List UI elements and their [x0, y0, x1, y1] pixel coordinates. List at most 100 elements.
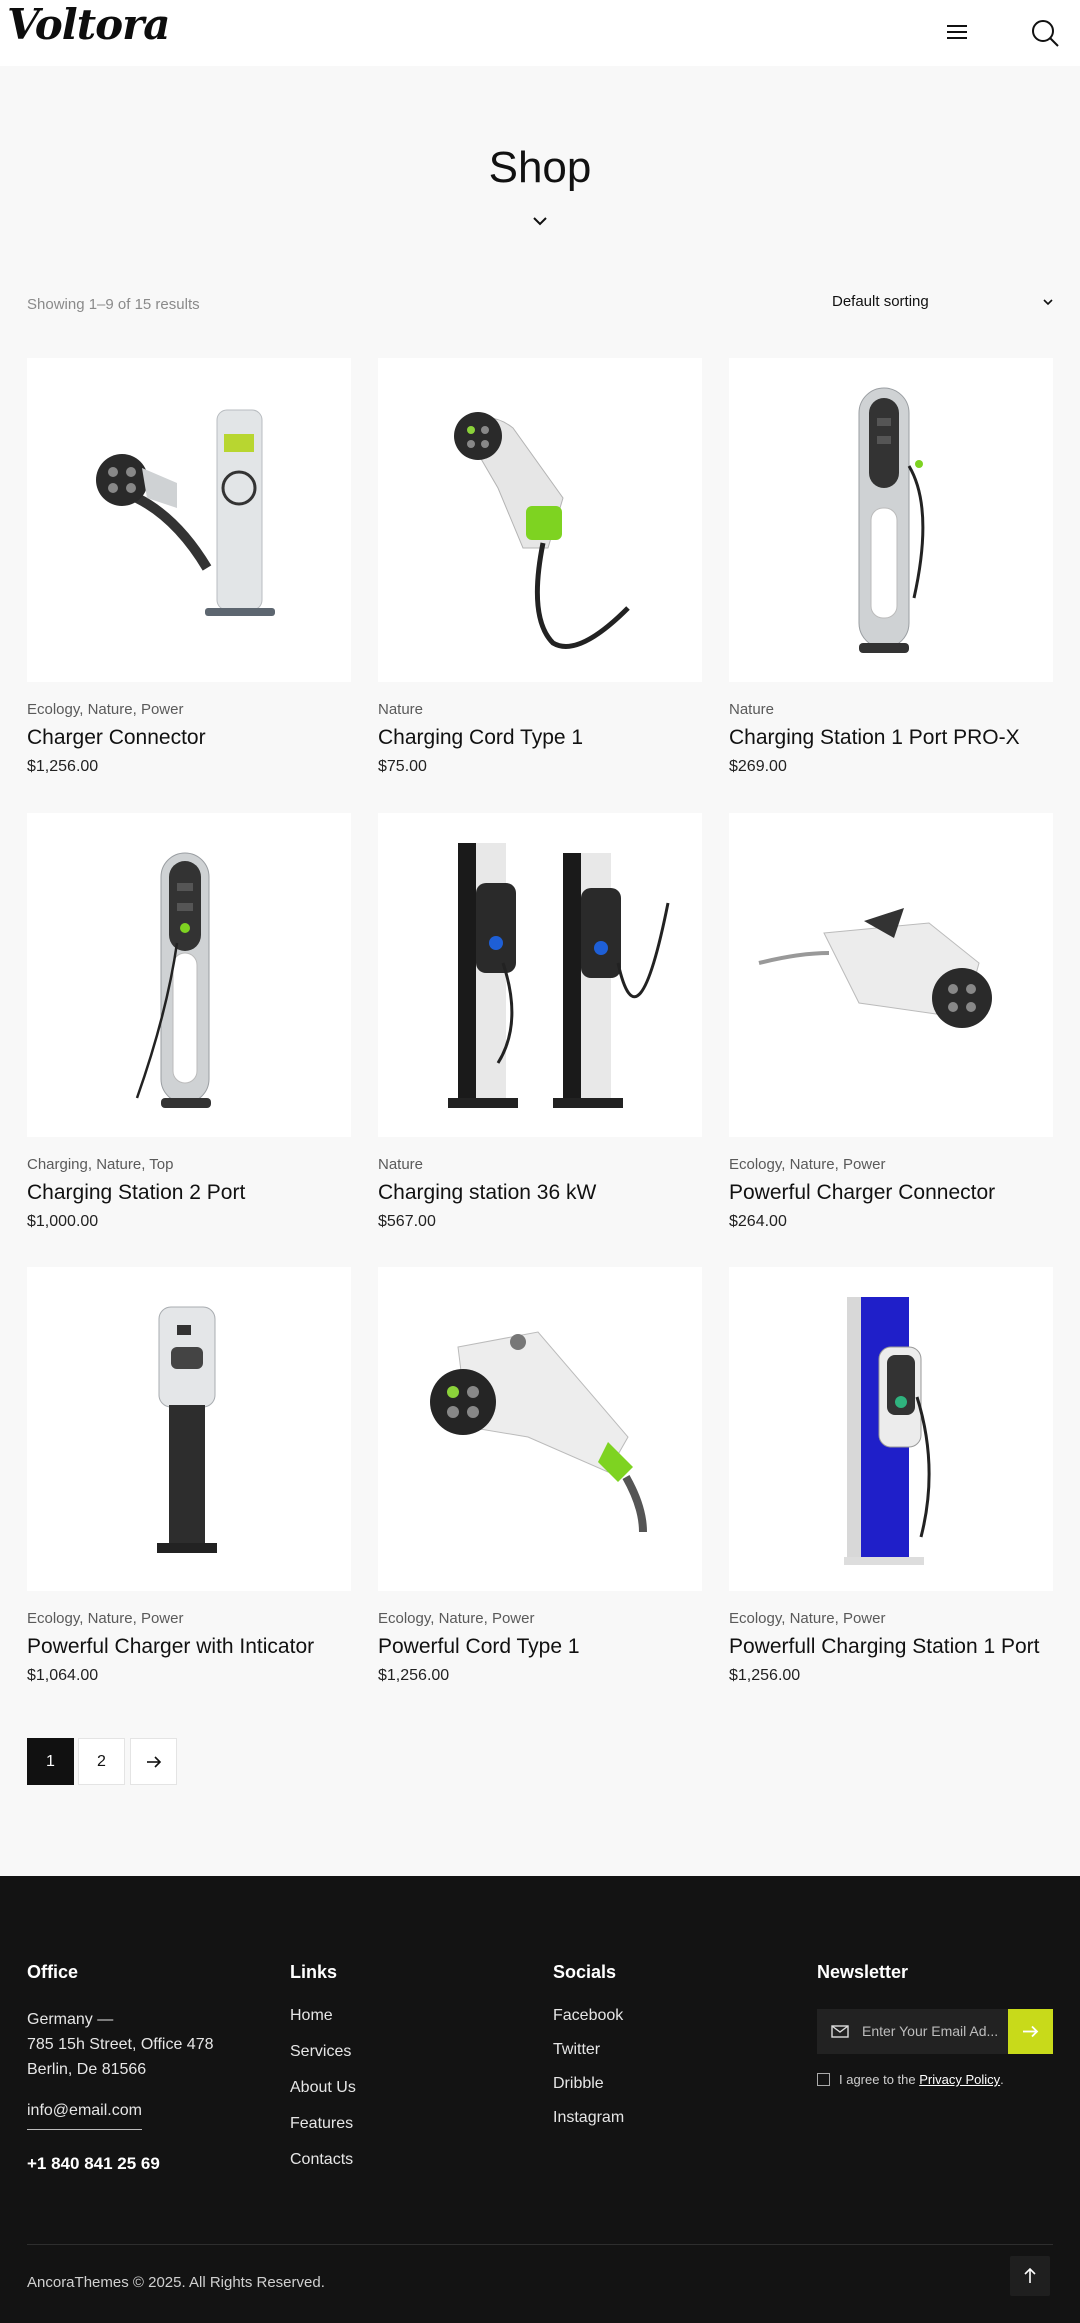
product-price: $75.00 — [378, 758, 427, 775]
copyright-text: AncoraThemes © 2025. All Rights Reserved… — [27, 2274, 325, 2291]
arrow-right-icon — [146, 1755, 161, 1768]
product-categories[interactable]: Nature — [729, 701, 1053, 718]
address-line: 785 15h Street, Office 478 — [27, 2036, 214, 2053]
footer-link-about[interactable]: About Us — [290, 2079, 356, 2097]
product-name[interactable]: Powerful Charger with Inticator — [27, 1635, 351, 1659]
footer-link-features[interactable]: Features — [290, 2115, 356, 2133]
hamburger-menu-icon[interactable] — [943, 18, 971, 46]
product-image[interactable] — [378, 1267, 702, 1591]
powerful-cord-image — [430, 1331, 647, 1533]
product-name[interactable]: Charging Station 2 Port — [27, 1181, 351, 1205]
powerful-charger-indicator-image — [157, 1306, 217, 1553]
footer-link-contacts[interactable]: Contacts — [290, 2151, 356, 2169]
address-line: Berlin, De 81566 — [27, 2061, 147, 2078]
product-categories[interactable]: Ecology, Nature, Power — [27, 701, 351, 718]
product-card[interactable]: Charging, Nature, Top Charging Station 2… — [27, 813, 351, 1231]
product-image[interactable] — [729, 813, 1053, 1137]
logo[interactable]: Voltora — [7, 0, 170, 49]
product-price: $1,000.00 — [27, 1213, 99, 1230]
product-name[interactable]: Charging Station 1 Port PRO-X — [729, 726, 1053, 750]
product-categories[interactable]: Nature — [378, 701, 702, 718]
product-card[interactable]: Nature Charging station 36 kW $567.00 — [378, 813, 702, 1231]
charging-station-36kw-image — [448, 843, 670, 1108]
pagination-next-button[interactable] — [130, 1738, 177, 1785]
product-image[interactable] — [378, 358, 702, 682]
pagination-page-1[interactable]: 1 — [27, 1738, 74, 1785]
product-image[interactable] — [27, 1267, 351, 1591]
product-categories[interactable]: Ecology, Nature, Power — [729, 1156, 1053, 1173]
product-price: $264.00 — [729, 1213, 787, 1230]
agree-text: I agree to the — [839, 2072, 920, 2087]
product-name[interactable]: Powerfull Charging Station 1 Port — [729, 1635, 1053, 1659]
product-price: $567.00 — [378, 1213, 436, 1230]
charging-cord-image — [454, 412, 630, 649]
charging-station-pro-x-image — [858, 387, 925, 653]
charger-connector-image — [96, 409, 275, 616]
product-name[interactable]: Charging station 36 kW — [378, 1181, 702, 1205]
social-link-twitter[interactable]: Twitter — [553, 2041, 624, 2059]
product-image[interactable] — [27, 813, 351, 1137]
arrow-right-icon — [1023, 2025, 1039, 2038]
social-link-instagram[interactable]: Instagram — [553, 2109, 624, 2127]
product-categories[interactable]: Charging, Nature, Top — [27, 1156, 351, 1173]
product-name[interactable]: Charger Connector — [27, 726, 351, 750]
charging-station-1-port-image — [844, 1297, 931, 1565]
privacy-policy-link[interactable]: Privacy Policy — [919, 2072, 1000, 2087]
product-card[interactable]: Ecology, Nature, Power Powerful Cord Typ… — [378, 1267, 702, 1685]
sorting-select[interactable]: Default sorting — [832, 293, 1054, 317]
product-card[interactable]: Nature Charging Station 1 Port PRO-X $26… — [729, 358, 1053, 776]
product-image[interactable] — [729, 358, 1053, 682]
product-price: $1,256.00 — [729, 1667, 801, 1684]
product-price: $1,256.00 — [378, 1667, 450, 1684]
agree-end: . — [1000, 2072, 1004, 2087]
footer-office: Office Germany — 785 15h Street, Office … — [27, 1962, 214, 2174]
product-image[interactable] — [729, 1267, 1053, 1591]
product-name[interactable]: Charging Cord Type 1 — [378, 726, 702, 750]
footer-heading: Office — [27, 1962, 79, 1982]
charging-station-2-port-image — [135, 852, 211, 1108]
footer-newsletter: Newsletter — [817, 1962, 908, 1983]
social-link-facebook[interactable]: Facebook — [553, 2007, 624, 2025]
footer-socials: Socials Facebook Twitter Dribble Instagr… — [553, 1962, 624, 2127]
product-card[interactable]: Ecology, Nature, Power Charger Connector… — [27, 358, 351, 776]
newsletter-submit-button[interactable] — [1008, 2009, 1053, 2054]
product-categories[interactable]: Ecology, Nature, Power — [378, 1610, 702, 1627]
product-card[interactable]: Ecology, Nature, Power Powerful Charger … — [729, 813, 1053, 1231]
footer-heading: Links — [290, 1962, 338, 1982]
privacy-checkbox[interactable] — [817, 2073, 830, 2086]
product-price: $269.00 — [729, 758, 787, 775]
footer-link-services[interactable]: Services — [290, 2043, 356, 2061]
chevron-down-icon[interactable] — [530, 214, 550, 228]
newsletter-email-input[interactable]: Enter Your Email Ad... — [817, 2009, 1008, 2054]
footer-divider — [27, 2244, 1053, 2245]
newsletter-placeholder: Enter Your Email Ad... — [862, 2023, 999, 2039]
product-image[interactable] — [378, 813, 702, 1137]
product-card[interactable]: Ecology, Nature, Power Powerfull Chargin… — [729, 1267, 1053, 1685]
product-name[interactable]: Powerful Charger Connector — [729, 1181, 1053, 1205]
product-card[interactable]: Ecology, Nature, Power Powerful Charger … — [27, 1267, 351, 1685]
footer-heading: Newsletter — [817, 1962, 909, 1982]
product-name[interactable]: Powerful Cord Type 1 — [378, 1635, 702, 1659]
results-count: Showing 1–9 of 15 results — [27, 296, 200, 313]
site-footer: Office Germany — 785 15h Street, Office … — [0, 1876, 1080, 2323]
footer-links: Links Home Services About Us Features Co… — [290, 1962, 356, 2169]
phone-link[interactable]: +1 840 841 25 69 — [27, 2154, 214, 2174]
powerful-charger-connector-image — [758, 908, 992, 1028]
sorting-select-label: Default sorting — [832, 293, 929, 310]
page-title: Shop — [488, 143, 592, 192]
footer-link-home[interactable]: Home — [290, 2007, 356, 2025]
envelope-icon — [831, 2025, 849, 2038]
scroll-to-top-button[interactable] — [1010, 2256, 1050, 2296]
email-link[interactable]: info@email.com — [27, 2098, 142, 2130]
product-categories[interactable]: Ecology, Nature, Power — [27, 1610, 351, 1627]
product-price: $1,064.00 — [27, 1667, 99, 1684]
product-categories[interactable]: Nature — [378, 1156, 702, 1173]
arrow-up-icon — [1024, 2268, 1036, 2283]
product-categories[interactable]: Ecology, Nature, Power — [729, 1610, 1053, 1627]
product-card[interactable]: Nature Charging Cord Type 1 $75.00 — [378, 358, 702, 776]
pagination-page-2[interactable]: 2 — [78, 1738, 125, 1785]
product-price: $1,256.00 — [27, 758, 99, 775]
search-icon[interactable] — [1030, 18, 1060, 48]
product-image[interactable] — [27, 358, 351, 682]
social-link-dribble[interactable]: Dribble — [553, 2075, 624, 2093]
